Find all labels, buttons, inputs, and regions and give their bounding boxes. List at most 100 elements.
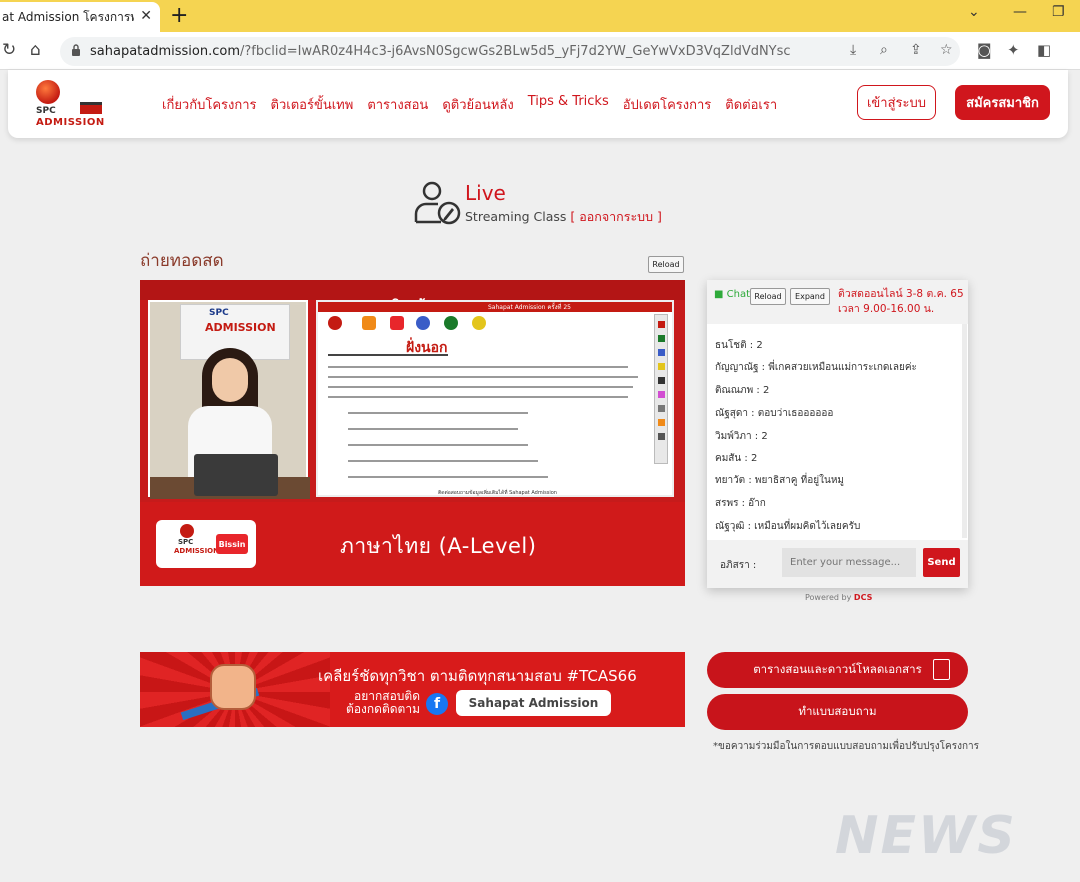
nav-contact[interactable]: ติดต่อเรา [725,94,777,115]
new-tab-button[interactable]: + [170,3,188,28]
live-subtitle: Streaming Class [ ออกจากระบบ ] [465,207,662,227]
login-button[interactable]: เข้าสู่ระบบ [857,85,936,120]
chat-message: ติณณภพ : 2 [715,385,770,396]
tool-icon [658,405,665,412]
zoom-icon[interactable]: ⌕ [880,42,888,58]
nav-tutors[interactable]: ติวเตอร์ขั้นเทพ [271,94,354,115]
send-button[interactable]: Send [923,548,960,577]
logout-link[interactable]: [ ออกจากระบบ ] [570,209,662,224]
chat-message: สรพร : อ๊าก [715,498,766,509]
nav-schedule[interactable]: ตารางสอน [367,94,428,115]
share-icon[interactable]: ⇪ [910,42,922,58]
tool-icon [658,391,665,398]
subject-title: ภาษาไทย (A-Level) [340,534,537,558]
chat-scrollbar[interactable] [962,324,967,538]
sidebar-icon[interactable]: ◧ [1037,41,1051,59]
doc-line [328,366,628,368]
video-player[interactable]: ภาษา เสริมสร้างสุข SPC ADMISSION Sahapat… [140,280,685,586]
tab-close-icon[interactable]: ✕ [140,8,152,24]
extensions-icon[interactable]: ✦ [1007,41,1020,59]
tool-icon [658,419,665,426]
logo-admission-text: ADMISSION [36,117,105,128]
live-title: Live [465,181,506,205]
user-edit-icon [414,181,461,225]
spc-admission-logo[interactable]: SPC ADMISSION [34,80,112,132]
document-icon [933,659,950,680]
doc-logo-icon [444,316,458,330]
doc-line [348,476,548,478]
doc-line [328,354,448,356]
doc-line [348,460,538,462]
nav-about[interactable]: เกี่ยวกับโครงการ [162,94,257,115]
doc-logo-icon [328,316,342,330]
lock-icon [72,44,80,56]
chat-message-input[interactable] [782,548,916,577]
chat-reload-button[interactable]: Reload [750,288,786,305]
banner-page-name: Sahapat Admission [456,690,611,716]
survey-button[interactable]: ทำแบบสอบถาม [707,694,968,730]
camera-feed: SPC ADMISSION [148,300,310,499]
tool-icon [658,363,665,370]
doc-footer: ติดต่อสอบถามข้อมูลเพิ่มเติมได้ที่ Sahapa… [438,490,557,496]
register-button[interactable]: สมัครสมาชิก [955,85,1050,120]
minimize-icon[interactable]: — [1013,4,1027,20]
url-text[interactable]: sahapatadmission.com/?fbclid=IwAR0z4H4c3… [90,44,791,59]
powered-by: Powered by DCS [805,593,873,602]
survey-label: ทำแบบสอบถาม [798,704,877,718]
main-nav: เกี่ยวกับโครงการ ติวเตอร์ขั้นเทพ ตารางสอ… [162,94,777,115]
schedule-download-label: ตารางสอนและดาวน์โหลดเอกสาร [753,662,922,676]
sponsor-logo-box: SPC ADMISSION Bissin [156,520,256,568]
tool-icon [658,433,665,440]
doc-line [348,412,528,414]
chat-message: กัญญาณัฐ : พี่เกคสวยเหมือนแม่การะเกดเลยค… [715,362,917,373]
camera-icon[interactable]: ◙ [977,41,992,59]
lesson-document: Sahapat Admission ครั้งที่ 25 ฝั่งนอก ติ… [316,300,674,497]
chat-message: ณัฐสุดา : ตอบว่าเธออออออ [715,408,834,419]
drawing-toolbar [654,314,668,464]
chevron-down-icon[interactable]: ⌄ [968,4,980,20]
facebook-icon: f [426,693,448,715]
doc-line [348,444,528,446]
tool-icon [658,349,665,356]
chat-messages[interactable]: ธนโชติ : 2 กัญญาณัฐ : พี่เกคสวยเหมือนแม่… [707,324,968,540]
tab-title: at Admission โครงการพบทางฯ [2,9,134,24]
chat-username: อภิสรา : [720,560,757,571]
doc-header: Sahapat Admission ครั้งที่ 25 [318,302,672,312]
tool-icon [658,321,665,328]
logo-spc-text: SPC [36,106,56,116]
nav-tips[interactable]: Tips & Tricks [528,94,609,115]
omnibox[interactable]: sahapatadmission.com/?fbclid=IwAR0z4H4c3… [60,37,960,66]
reload-video-button[interactable]: Reload [648,256,684,273]
schedule-download-button[interactable]: ตารางสอนและดาวน์โหลดเอกสาร [707,652,968,688]
banner-headline: เคลียร์ชัดทุกวิชา ตามติดทุกสนามสอบ #TCAS… [318,667,637,685]
doc-logo-icon [472,316,486,330]
event-notice: ติวสดออนไลน์ 3-8 ต.ค. 65 เวลา 9.00-16.00… [838,288,964,315]
doc-line [328,386,633,388]
browser-tab[interactable]: at Admission โครงการพบทางฯ ✕ [0,2,160,32]
chat-label: ■ Chat [714,289,751,300]
chat-message: วิมพ์วิภา : 2 [715,431,768,442]
restore-icon[interactable]: ❐ [1052,4,1065,20]
bookmark-star-icon[interactable]: ☆ [940,42,953,58]
nav-updates[interactable]: อัปเดตโครงการ [623,94,712,115]
home-icon[interactable]: ⌂ [30,40,41,60]
chat-expand-button[interactable]: Expand [790,288,830,305]
address-bar-row: ↻ ⌂ sahapatadmission.com/?fbclid=IwAR0z4… [0,32,1080,70]
browser-tabbar: at Admission โครงการพบทางฯ ✕ + ⌄ — ❐ [0,0,1080,32]
reload-icon[interactable]: ↻ [2,40,16,60]
install-icon[interactable]: ⤓ [850,42,856,58]
bissin-logo: Bissin [216,534,248,554]
doc-logo-icon [416,316,430,330]
bottom-spc-text: SPC [178,538,194,546]
promo-banner[interactable]: เคลียร์ชัดทุกวิชา ตามติดทุกสนามสอบ #TCAS… [140,652,685,727]
logo-ball-icon [36,80,60,104]
doc-header-text: Sahapat Admission ครั้งที่ 25 [488,304,571,311]
doc-line [328,396,628,398]
doc-line [348,428,518,430]
streaming-class-text: Streaming Class [465,209,567,224]
nav-replay[interactable]: ดูติวย้อนหลัง [442,94,513,115]
tool-icon [658,377,665,384]
bottom-admission-text: ADMISSION [174,547,219,555]
chat-message: ธนโชติ : 2 [715,340,763,351]
survey-note: *ขอความร่วมมือในการตอบแบบสอบถามเพื่อปรับ… [713,741,980,752]
